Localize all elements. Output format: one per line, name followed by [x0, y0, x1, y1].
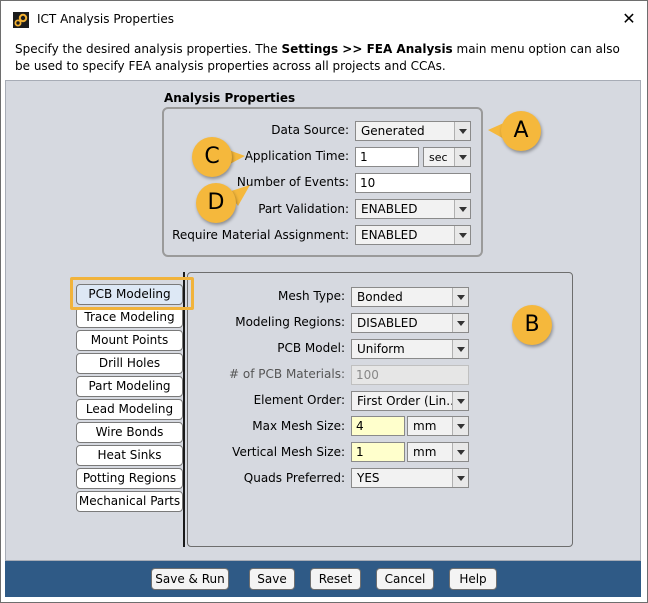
callout-d: D	[196, 183, 236, 223]
callout-a: A	[501, 111, 541, 151]
reset-button[interactable]: Reset	[310, 568, 361, 590]
save-button[interactable]: Save	[249, 568, 295, 590]
save-and-run-button[interactable]: Save & Run	[151, 568, 229, 590]
callout-pointers	[226, 122, 506, 206]
cancel-button[interactable]: Cancel	[376, 568, 434, 590]
help-button[interactable]: Help	[449, 568, 497, 590]
callout-b: B	[512, 305, 552, 345]
callout-c: C	[192, 137, 232, 177]
